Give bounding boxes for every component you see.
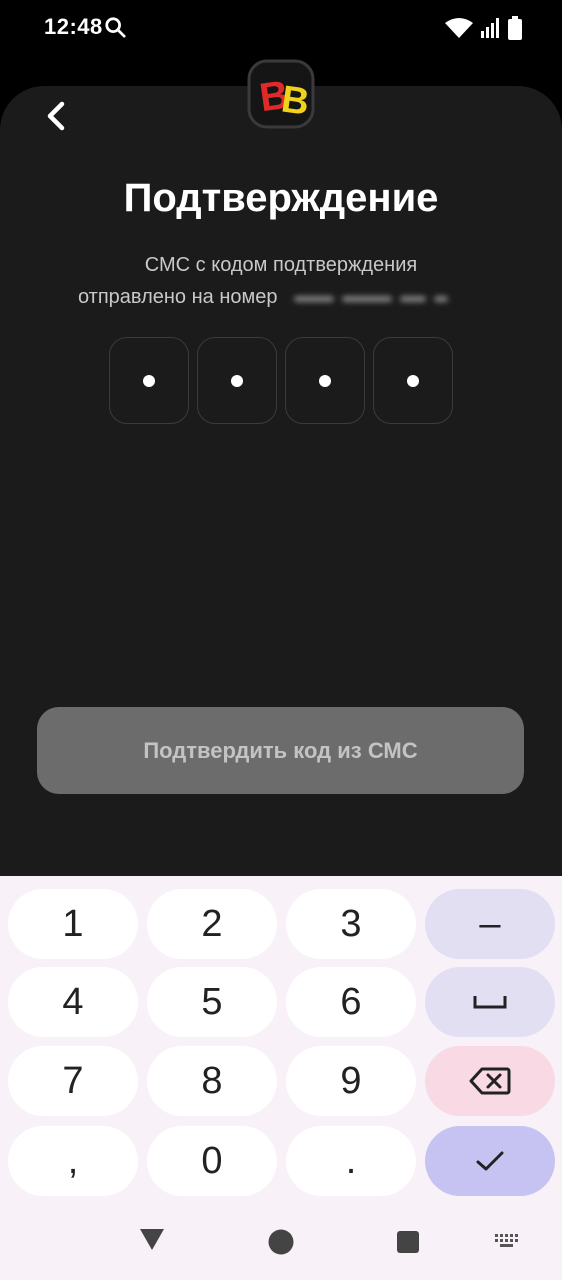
key-4[interactable]: 4 [8, 967, 138, 1037]
system-nav-bar [0, 1200, 562, 1280]
key-0[interactable]: 0 [147, 1126, 277, 1196]
search-icon [105, 17, 126, 38]
key-backspace[interactable] [425, 1046, 555, 1116]
key-dash[interactable]: – [425, 889, 555, 959]
confirm-code-button[interactable]: Подтвердить код из СМС [37, 707, 524, 794]
status-time: 12:48 [44, 14, 103, 39]
checkmark-icon [476, 1151, 504, 1171]
code-dot [231, 374, 243, 387]
key-comma[interactable]: , [8, 1126, 138, 1196]
key-period[interactable]: . [286, 1126, 416, 1196]
battery-icon [508, 16, 522, 40]
key-8[interactable]: 8 [147, 1046, 277, 1116]
app-logo: B B [247, 59, 315, 129]
signal-icon [481, 18, 499, 38]
key-1[interactable]: 1 [8, 889, 138, 959]
wifi-icon [445, 18, 473, 38]
status-icons [444, 16, 522, 40]
code-digit-4[interactable] [373, 337, 453, 424]
space-icon [473, 996, 507, 1009]
back-arrow-icon[interactable] [40, 96, 74, 136]
code-digit-2[interactable] [197, 337, 277, 424]
code-digit-3[interactable] [285, 337, 365, 424]
svg-text:B: B [279, 79, 312, 124]
back-nav-icon[interactable] [139, 1227, 165, 1251]
key-2[interactable]: 2 [147, 889, 277, 959]
key-7[interactable]: 7 [8, 1046, 138, 1116]
code-dot [143, 374, 155, 387]
home-nav-icon[interactable] [268, 1229, 294, 1255]
sms-code-input[interactable] [109, 337, 453, 424]
recents-nav-icon[interactable] [396, 1230, 420, 1254]
code-dot [319, 374, 331, 387]
backspace-icon [469, 1067, 511, 1095]
key-enter[interactable] [425, 1126, 555, 1196]
status-bar: 12:48 [0, 0, 562, 56]
code-digit-1[interactable] [109, 337, 189, 424]
page-title: Подтверждение [123, 176, 439, 220]
key-6[interactable]: 6 [286, 967, 416, 1037]
masked-phone-number [294, 290, 472, 308]
sms-info-line2: отправлено на номер [78, 286, 278, 308]
key-3[interactable]: 3 [286, 889, 416, 959]
key-space[interactable] [425, 967, 555, 1037]
key-5[interactable]: 5 [147, 967, 277, 1037]
code-dot [407, 374, 419, 387]
keyboard-switch-icon[interactable] [494, 1233, 520, 1249]
sms-info-line1: СМС с кодом подтверждения [144, 254, 418, 276]
key-9[interactable]: 9 [286, 1046, 416, 1116]
